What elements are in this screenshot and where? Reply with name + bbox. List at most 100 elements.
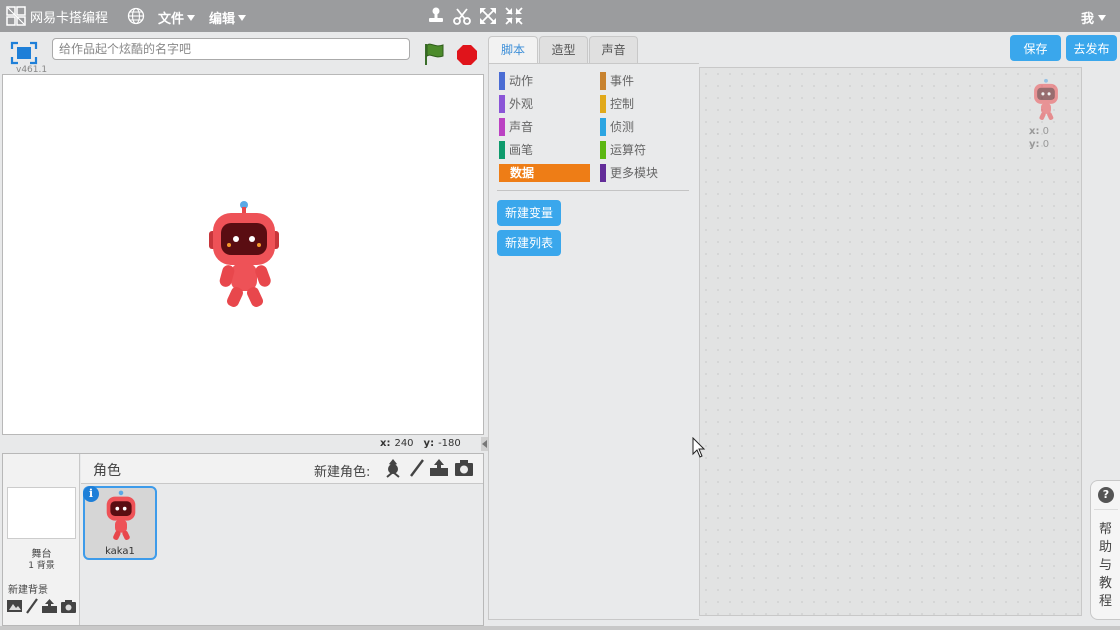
fullscreen-icon[interactable] <box>10 41 38 65</box>
category-looks[interactable]: 外观 <box>499 95 533 113</box>
category-color-bar <box>600 118 606 136</box>
tab-sounds[interactable]: 声音 <box>589 36 638 64</box>
category-color-bar <box>600 95 606 113</box>
camera-icon[interactable] <box>454 458 474 478</box>
category-control[interactable]: 控制 <box>600 95 634 113</box>
stop-icon[interactable] <box>456 44 478 66</box>
chevron-down-icon <box>1098 15 1106 21</box>
current-sprite-thumbnail <box>1034 78 1058 120</box>
category-label: 事件 <box>610 74 635 88</box>
category-sensing[interactable]: 侦测 <box>600 118 634 136</box>
shrink-icon[interactable] <box>504 6 524 26</box>
kaka-sprite-thumbnail <box>106 490 136 540</box>
category-events[interactable]: 事件 <box>600 72 634 90</box>
new-backdrop-label: 新建背景 <box>8 585 48 596</box>
bottom-edge <box>0 626 1120 630</box>
project-name-input[interactable] <box>52 38 410 60</box>
upload-icon[interactable] <box>41 598 58 614</box>
stage-header: v461.1 <box>0 32 486 75</box>
sprite-panel-header: 角色 新建角色: <box>81 454 483 484</box>
scripts-area[interactable]: x: 0 y: 0 <box>699 67 1082 616</box>
mouse-cursor-icon <box>692 437 706 458</box>
paint-brush-icon[interactable] <box>407 458 427 478</box>
y-label: y: <box>423 438 435 449</box>
sprite-y-value: 0 <box>1042 139 1050 150</box>
category-label: 声音 <box>509 120 534 134</box>
edit-menu-label: 编辑 <box>209 12 236 27</box>
stage-coordinates: x: 240 y: -180 <box>380 438 461 449</box>
x-value: 240 <box>394 438 414 449</box>
sprite-y-label: y: <box>1029 139 1040 150</box>
category-color-bar <box>600 72 606 90</box>
duplicate-stamp-icon[interactable] <box>426 6 446 26</box>
category-label: 外观 <box>509 97 534 111</box>
grow-icon[interactable] <box>478 6 498 26</box>
new-list-button[interactable]: 新建列表 <box>497 230 562 256</box>
stage-thumbnail[interactable] <box>7 487 76 539</box>
category-more-blocks[interactable]: 更多模块 <box>600 164 658 182</box>
app-logo[interactable]: 网易卡搭编程 <box>6 6 108 26</box>
category-label: 运算符 <box>610 143 647 157</box>
x-label: x: <box>380 438 391 449</box>
user-menu-label: 我 <box>1080 12 1094 27</box>
delete-scissors-icon[interactable] <box>452 6 472 26</box>
paint-brush-icon[interactable] <box>25 598 39 614</box>
new-variable-button[interactable]: 新建变量 <box>497 200 562 226</box>
publish-button[interactable]: 去发布 <box>1066 35 1117 61</box>
sprite-name: kaka1 <box>105 546 135 557</box>
category-data[interactable]: 数据 <box>499 164 590 182</box>
category-color-bar <box>499 95 505 113</box>
category-color-bar <box>499 141 505 159</box>
category-label: 更多模块 <box>610 166 659 180</box>
logo-icon <box>6 6 26 26</box>
category-color-bar <box>499 72 505 90</box>
new-backdrop-icons <box>6 598 77 614</box>
category-label: 数据 <box>510 166 535 180</box>
category-color-bar <box>600 164 606 182</box>
help-tutorial-label: 帮助与教程 <box>1099 522 1113 609</box>
help-question-icon: ? <box>1098 487 1114 503</box>
stage-backdrop-count: 1 背景 <box>28 561 55 571</box>
upload-icon[interactable] <box>429 458 449 478</box>
file-menu[interactable]: 文件 <box>158 8 196 27</box>
sprite-library-icon[interactable] <box>383 458 403 478</box>
help-divider <box>1094 509 1118 510</box>
y-value: -180 <box>438 438 461 449</box>
edit-menu[interactable]: 编辑 <box>209 8 247 27</box>
language-globe-icon[interactable] <box>127 7 145 25</box>
app-title: 网易卡搭编程 <box>30 10 109 26</box>
category-label: 动作 <box>509 74 534 88</box>
stage-column: 舞台 1 背景 新建背景 <box>3 454 80 625</box>
sprite-x-value: 0 <box>1042 126 1050 137</box>
stage-canvas[interactable] <box>2 74 484 435</box>
category-color-bar <box>600 141 606 159</box>
save-button[interactable]: 保存 <box>1010 35 1061 61</box>
sprite-card[interactable]: i kaka1 <box>83 486 157 560</box>
category-motion[interactable]: 动作 <box>499 72 533 90</box>
file-menu-label: 文件 <box>158 12 185 27</box>
backdrop-library-icon[interactable] <box>6 598 23 614</box>
sprite-position: x: 0 y: 0 <box>1029 125 1049 151</box>
category-pen[interactable]: 画笔 <box>499 141 533 159</box>
green-flag-icon[interactable] <box>423 42 445 66</box>
camera-icon[interactable] <box>60 598 77 614</box>
category-operators[interactable]: 运算符 <box>600 141 646 159</box>
category-color-bar <box>499 118 505 136</box>
info-icon[interactable]: i <box>83 486 99 502</box>
sprite-x-label: x: <box>1029 126 1040 137</box>
chevron-down-icon <box>187 15 196 21</box>
category-sound[interactable]: 声音 <box>499 118 533 136</box>
top-menu-bar: 网易卡搭编程 文件 编辑 我 <box>0 0 1120 32</box>
user-menu[interactable]: 我 <box>1081 8 1106 27</box>
tab-costumes[interactable]: 造型 <box>539 36 588 64</box>
category-label: 画笔 <box>509 143 534 157</box>
block-palette: 动作 外观 声音 画笔 数据 事件 控制 侦测 运算符 更多模块 新建变量 新建… <box>488 63 699 620</box>
kaka-sprite[interactable] <box>205 199 283 311</box>
help-tutorial-tab[interactable]: ? 帮助与教程 <box>1090 480 1120 620</box>
sprite-panel-title: 角色 <box>93 463 121 479</box>
tab-scripts[interactable]: 脚本 <box>488 36 538 65</box>
category-label: 侦测 <box>610 120 635 134</box>
category-label: 控制 <box>610 97 635 111</box>
new-sprite-label: 新建角色: <box>314 465 371 480</box>
chevron-down-icon <box>238 15 247 21</box>
